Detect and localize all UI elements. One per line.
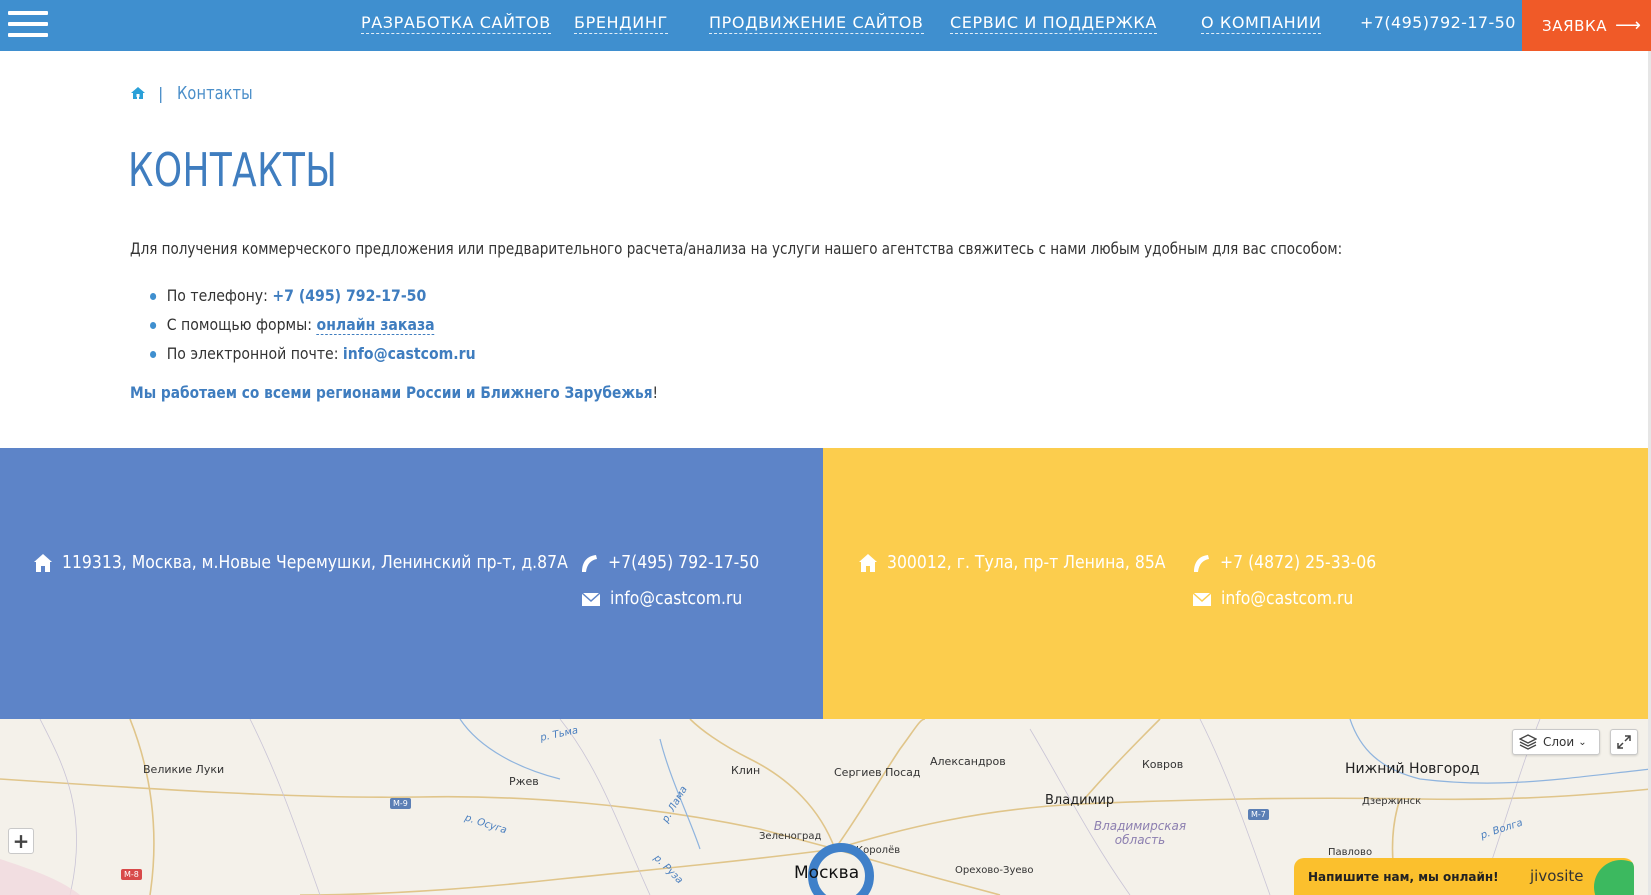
map-layers-button[interactable]: Слои ⌄ [1512, 729, 1600, 755]
contact-method-label: По электронной почте: [166, 344, 343, 363]
chat-widget[interactable]: Напишите нам, мы онлайн! jivosite [1294, 858, 1634, 895]
intro-text: Для получения коммерческого предложения … [130, 239, 1343, 258]
home-icon[interactable] [130, 85, 146, 101]
layers-label: Слои [1543, 735, 1575, 749]
office-tula: 300012, г. Тула, пр-т Ленина, 85А +7 (48… [823, 448, 1651, 719]
city-label: Ржев [509, 775, 539, 788]
moscow-phone[interactable]: +7(495) 792-17-50 [578, 551, 782, 575]
map-zoom-in-button[interactable]: + [8, 828, 34, 854]
order-label: ЗАЯВКА [1542, 16, 1608, 35]
moscow-address-text: 119313, Москва, м.Новые Черемушки, Ленин… [62, 552, 568, 573]
map-fullscreen-button[interactable] [1610, 729, 1638, 755]
chat-message: Напишите нам, мы онлайн! [1308, 869, 1499, 884]
order-button[interactable]: ЗАЯВКА ⟶ [1522, 0, 1651, 51]
house-icon [34, 554, 52, 572]
moscow-phone-text: +7(495) 792-17-50 [608, 552, 760, 573]
chat-status-icon [1594, 860, 1634, 895]
envelope-icon [581, 592, 601, 606]
page-title: КОНТАКТЫ [128, 143, 338, 197]
layers-icon [1519, 734, 1537, 750]
tula-phone[interactable]: +7 (4872) 25-33-06 [1190, 551, 1400, 575]
tula-address: 300012, г. Тула, пр-т Ленина, 85А [857, 551, 1207, 575]
chevron-down-icon: ⌄ [1578, 736, 1587, 748]
arrow-right-icon: ⟶ [1615, 14, 1642, 36]
breadcrumb-separator: | [158, 83, 164, 103]
nav-phone[interactable]: +7(495)792-17-50 [1360, 13, 1516, 33]
region-label: Владимирская область [1093, 819, 1187, 847]
contact-method-phone: По телефону: +7 (495) 792-17-50 [150, 281, 476, 310]
city-label: Владимир [1045, 793, 1115, 808]
top-navigation: РАЗРАБОТКА САЙТОВ БРЕНДИНГ ПРОДВИЖЕНИЕ С… [0, 0, 1651, 51]
city-label-moscow: Москва [794, 863, 860, 883]
moscow-address: 119313, Москва, м.Новые Черемушки, Ленин… [32, 551, 643, 575]
nav-site-promotion[interactable]: ПРОДВИЖЕНИЕ САЙТОВ [709, 13, 924, 34]
envelope-icon [1192, 592, 1212, 606]
contact-method-label: По телефону: [166, 286, 273, 305]
city-label: Ковров [1142, 758, 1184, 771]
city-label: Зеленоград [759, 831, 822, 842]
regions-text: Мы работаем со всеми регионами России и … [130, 383, 653, 402]
road-number: М-9 [390, 798, 411, 809]
city-label: Павлово [1328, 847, 1373, 858]
phone-icon [582, 555, 597, 572]
nav-service-support[interactable]: СЕРВИС И ПОДДЕРЖКА [950, 13, 1157, 34]
phone-link[interactable]: +7 (495) 792-17-50 [272, 286, 426, 305]
email-link[interactable]: info@castcom.ru [343, 344, 476, 363]
regions-note: Мы работаем со всеми регионами России и … [130, 382, 658, 404]
city-label: Дзержинск [1362, 796, 1422, 807]
office-moscow: 119313, Москва, м.Новые Черемушки, Ленин… [0, 448, 823, 719]
city-label: Орехово-Зуево [955, 865, 1034, 876]
online-order-link[interactable]: онлайн заказа [316, 315, 435, 335]
city-label: Нижний Новгород [1345, 761, 1480, 777]
city-label: Клин [731, 764, 761, 777]
breadcrumb: | Контакты [130, 82, 262, 104]
house-icon [859, 554, 877, 572]
nav-web-development[interactable]: РАЗРАБОТКА САЙТОВ [361, 13, 551, 34]
contact-method-label: С помощью формы: [166, 315, 317, 334]
road-number: М-8 [121, 869, 142, 880]
contact-method-form: С помощью формы: онлайн заказа [150, 310, 476, 339]
moscow-email-text: info@castcom.ru [610, 588, 743, 609]
moscow-email[interactable]: info@castcom.ru [580, 587, 762, 611]
tula-address-text: 300012, г. Тула, пр-т Ленина, 85А [887, 552, 1166, 573]
chat-brand-logo: jivosite [1530, 867, 1584, 885]
nav-about-company[interactable]: О КОМПАНИИ [1201, 13, 1322, 34]
breadcrumb-current: Контакты [177, 82, 254, 104]
city-label: Великие Луки [143, 763, 225, 776]
city-label: Сергиев Посад [834, 766, 921, 779]
phone-icon [1194, 555, 1209, 572]
tula-email[interactable]: info@castcom.ru [1191, 587, 1373, 611]
tula-email-text: info@castcom.ru [1221, 588, 1354, 609]
menu-hamburger-icon[interactable] [8, 11, 48, 37]
tula-phone-text: +7 (4872) 25-33-06 [1220, 552, 1377, 573]
city-label: Александров [930, 755, 1006, 768]
nav-branding[interactable]: БРЕНДИНГ [574, 13, 668, 34]
road-number: М-7 [1248, 809, 1269, 820]
expand-icon [1617, 735, 1631, 749]
regions-exclamation: ! [652, 383, 659, 402]
contact-methods-list: По телефону: +7 (495) 792-17-50 С помощь… [150, 281, 520, 368]
contact-method-email: По электронной почте: info@castcom.ru [150, 339, 476, 368]
